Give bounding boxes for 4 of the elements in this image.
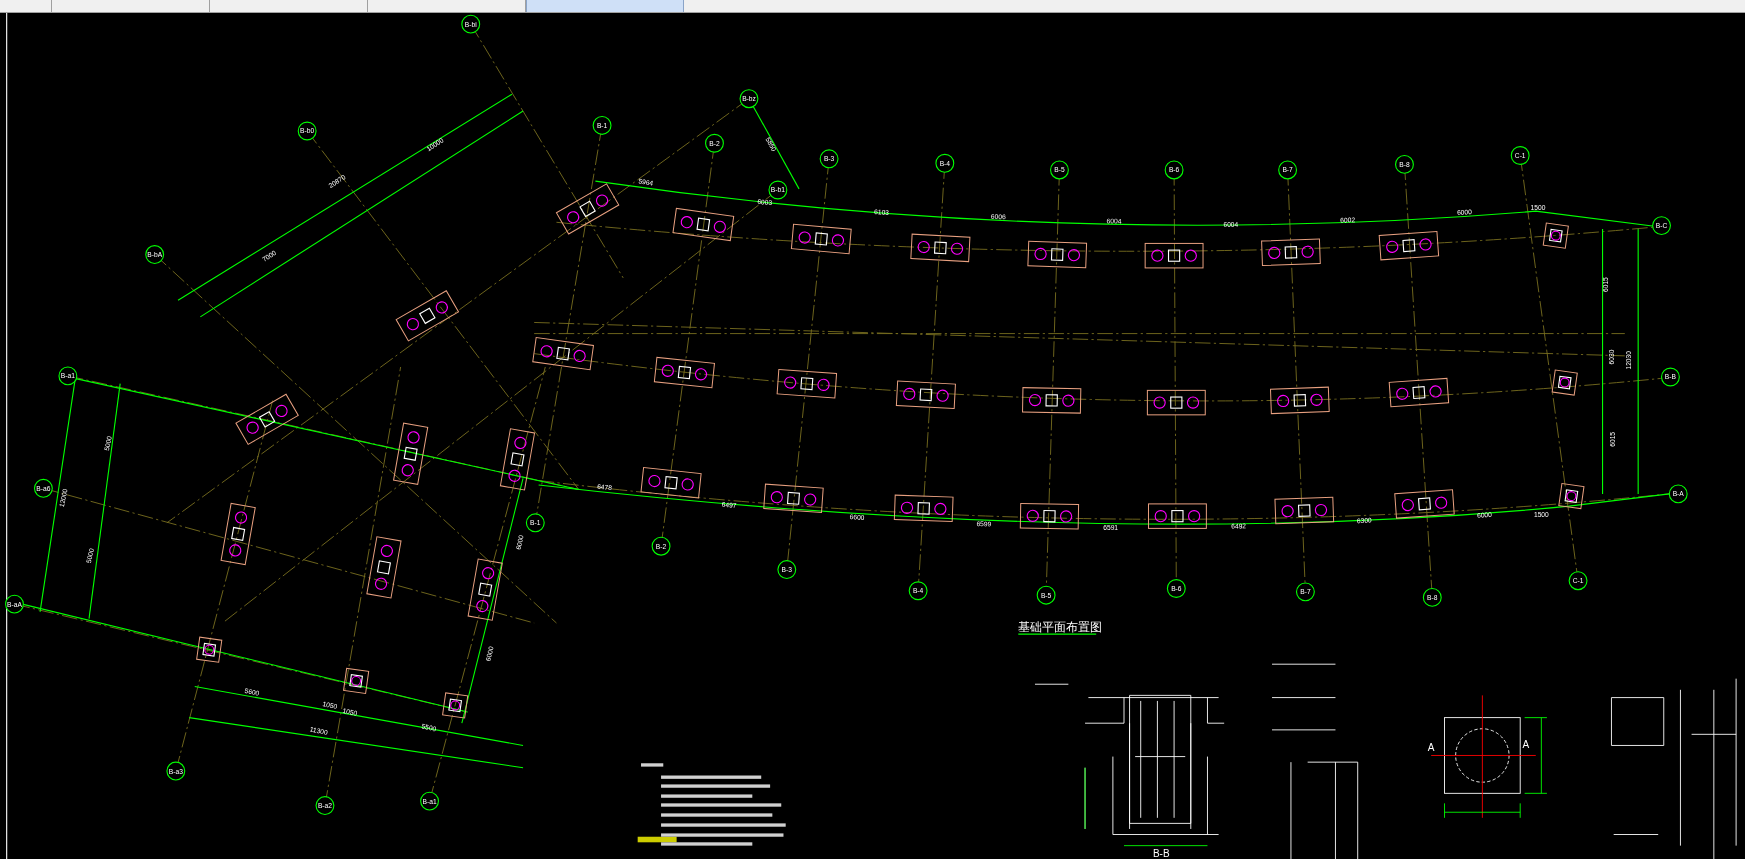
section-label: B-B [1152, 847, 1170, 859]
section-label: A [1427, 742, 1435, 753]
section-label: A [1522, 738, 1530, 750]
plan-title: 基础平面布置图 [1018, 619, 1103, 634]
